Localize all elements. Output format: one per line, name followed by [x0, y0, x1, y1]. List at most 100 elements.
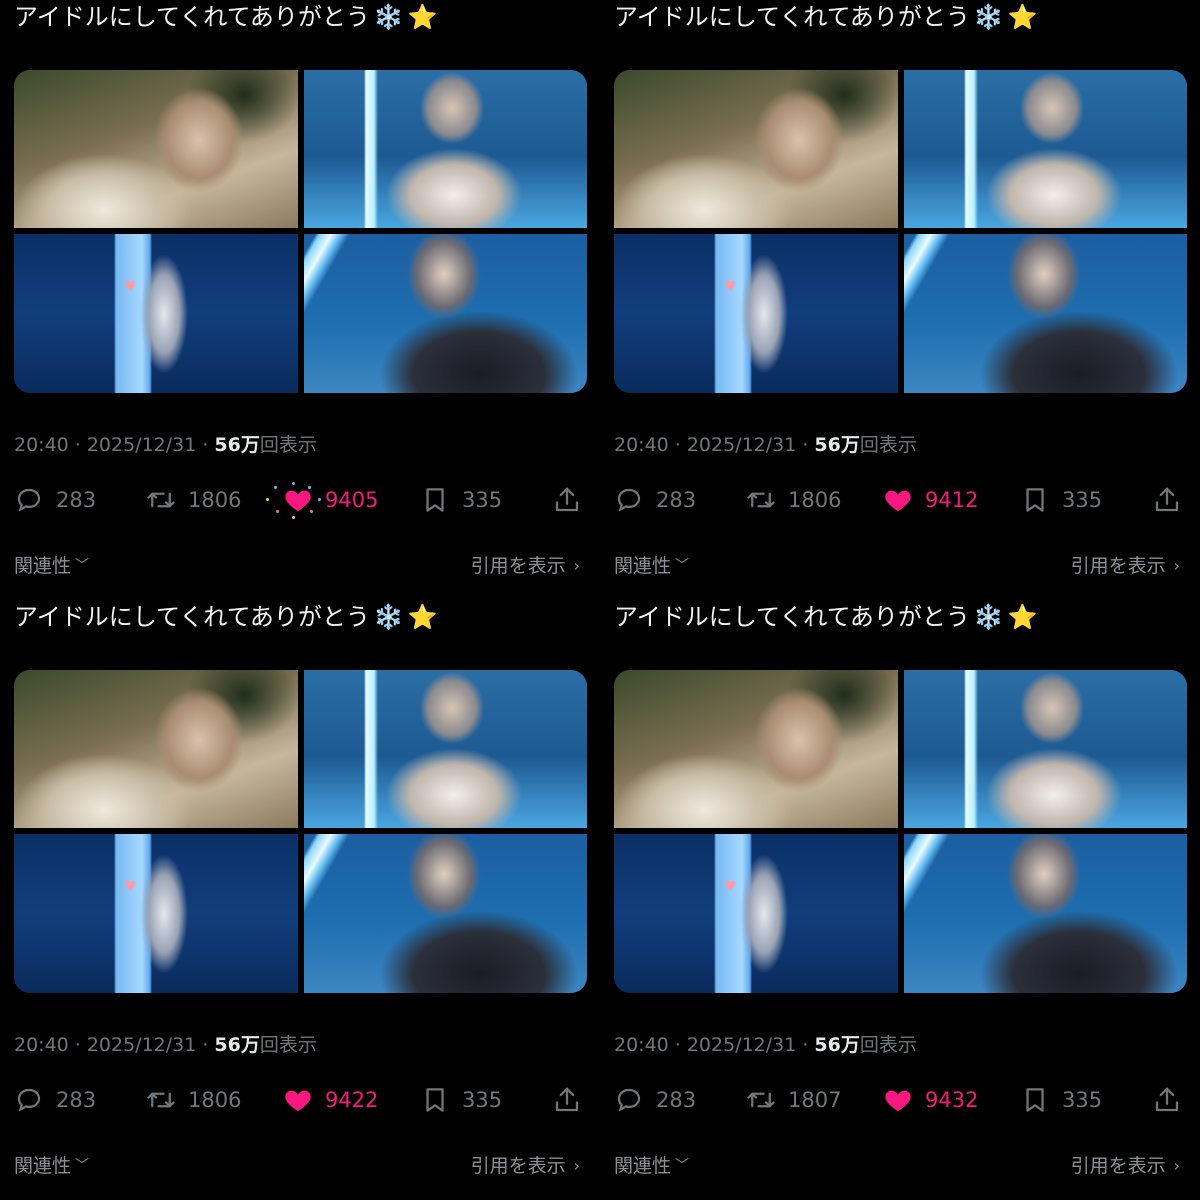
snowflake-emoji: ❄️	[973, 3, 1004, 31]
view-count: 56万	[214, 434, 260, 456]
reply-button[interactable]: 283	[614, 1080, 696, 1120]
like-button[interactable]: 9412	[883, 480, 978, 520]
photo-4[interactable]	[904, 834, 1187, 993]
bookmark-icon	[1026, 1088, 1044, 1112]
tweet-date[interactable]: 2025/12/31	[687, 1034, 797, 1056]
like-button[interactable]: 9405	[283, 480, 378, 520]
share-button[interactable]	[552, 1080, 582, 1120]
view-quotes-label: 引用を表示	[1070, 555, 1166, 577]
reply-button[interactable]: 283	[14, 480, 96, 520]
photo-4[interactable]	[304, 834, 587, 993]
sort-dropdown[interactable]: 関連性 ﹀	[614, 551, 689, 581]
photo-2[interactable]	[304, 670, 587, 828]
sort-dropdown[interactable]: 関連性 ﹀	[14, 551, 89, 581]
snowflake-emoji: ❄️	[973, 603, 1004, 631]
photo-4[interactable]	[904, 234, 1187, 393]
reply-count: 283	[656, 488, 697, 512]
meta-separator: ·	[674, 1034, 681, 1056]
tweet-meta: 20:40 · 2025/12/31 · 56万回表示	[614, 1031, 917, 1059]
photo-3[interactable]: ♥	[614, 834, 898, 993]
tweet-date[interactable]: 2025/12/31	[687, 434, 797, 456]
retweet-count: 1807	[788, 1088, 842, 1112]
media-grid[interactable]: ♥	[14, 70, 587, 393]
view-quotes-label: 引用を表示	[470, 1155, 566, 1177]
view-quotes-link[interactable]: 引用を表示 ›	[471, 1151, 580, 1181]
action-bar: 283 1806 9422 335	[0, 1080, 600, 1120]
photo-2[interactable]	[304, 70, 587, 228]
heart-icon	[885, 1090, 911, 1112]
reply-button[interactable]: 283	[14, 1080, 96, 1120]
retweet-button[interactable]: 1807	[746, 1080, 841, 1120]
star-emoji: ⭐	[1007, 3, 1038, 31]
reply-icon	[17, 1088, 41, 1112]
reply-icon	[617, 488, 641, 512]
replies-footer: 関連性 ﹀ 引用を表示 ›	[600, 551, 1200, 581]
photo-1[interactable]	[614, 70, 898, 228]
retweet-button[interactable]: 1806	[146, 480, 241, 520]
photo-3[interactable]: ♥	[14, 834, 298, 993]
sparkle-dot	[266, 498, 269, 501]
tweet-text-body: アイドルにしてくれてありがとう	[614, 603, 970, 631]
bookmark-button[interactable]: 335	[420, 1080, 502, 1120]
chevron-down-icon: ﹀	[75, 1158, 90, 1174]
sparkle-dot	[274, 486, 277, 489]
photo-1[interactable]	[14, 670, 298, 828]
like-count: 9422	[325, 1088, 379, 1112]
bookmark-button[interactable]: 335	[1020, 1080, 1102, 1120]
sort-dropdown[interactable]: 関連性 ﹀	[614, 1151, 689, 1181]
retweet-button[interactable]: 1806	[746, 480, 841, 520]
bookmark-button[interactable]: 335	[420, 480, 502, 520]
tweet-text: アイドルにしてくれてありがとう ❄️ ⭐	[614, 600, 1038, 634]
tweet-date[interactable]: 2025/12/31	[87, 1034, 197, 1056]
photo-1[interactable]	[14, 70, 298, 228]
photo-1[interactable]	[614, 670, 898, 828]
star-emoji: ⭐	[407, 3, 438, 31]
retweet-button[interactable]: 1806	[146, 1080, 241, 1120]
replies-footer: 関連性 ﹀ 引用を表示 ›	[0, 551, 600, 581]
like-button[interactable]: 9432	[883, 1080, 978, 1120]
view-quotes-link[interactable]: 引用を表示 ›	[471, 551, 580, 581]
share-button[interactable]	[1152, 480, 1182, 520]
sort-label: 関連性	[14, 555, 72, 577]
view-quotes-link[interactable]: 引用を表示 ›	[1071, 551, 1180, 581]
tweet-date[interactable]: 2025/12/31	[87, 434, 197, 456]
heart-icon	[285, 1090, 311, 1112]
view-count: 56万	[814, 434, 860, 456]
tweet-panel-1: アイドルにしてくれてありがとう ❄️ ⭐ ♥ 20:40 · 2025/12/31 · 56…	[0, 0, 600, 600]
bookmark-icon	[426, 1088, 444, 1112]
bookmark-button[interactable]: 335	[1020, 480, 1102, 520]
like-button[interactable]: 9422	[283, 1080, 378, 1120]
stage-heart-icon: ♥	[124, 279, 137, 295]
photo-2[interactable]	[904, 70, 1187, 228]
media-grid[interactable]: ♥	[614, 70, 1187, 393]
media-grid[interactable]: ♥	[614, 670, 1187, 993]
view-quotes-label: 引用を表示	[470, 555, 566, 577]
tweet-panel-3: アイドルにしてくれてありがとう ❄️ ⭐ ♥ 20:40 · 2025/12/31 · 56…	[0, 600, 600, 1200]
share-button[interactable]	[552, 480, 582, 520]
view-quotes-link[interactable]: 引用を表示 ›	[1071, 1151, 1180, 1181]
tweet-panel-4: アイドルにしてくれてありがとう ❄️ ⭐ ♥ 20:40 · 2025/12/31 · 56…	[600, 600, 1200, 1200]
sort-dropdown[interactable]: 関連性 ﹀	[14, 1151, 89, 1181]
bookmark-count: 335	[462, 488, 503, 512]
share-button[interactable]	[1152, 1080, 1182, 1120]
meta-separator: ·	[202, 1034, 209, 1056]
meta-separator: ·	[202, 434, 209, 456]
share-icon	[555, 487, 579, 512]
photo-2[interactable]	[904, 670, 1187, 828]
tweet-text: アイドルにしてくれてありがとう ❄️ ⭐	[14, 600, 438, 634]
photo-3[interactable]: ♥	[614, 234, 898, 393]
heart-icon	[885, 490, 911, 512]
reply-button[interactable]: 283	[614, 480, 696, 520]
reply-icon	[17, 488, 41, 512]
view-count: 56万	[814, 1034, 860, 1056]
bookmark-icon	[426, 488, 444, 512]
retweet-icon	[147, 492, 175, 508]
sort-label: 関連性	[14, 1155, 72, 1177]
media-grid[interactable]: ♥	[14, 670, 587, 993]
snowflake-emoji: ❄️	[373, 603, 404, 631]
photo-4[interactable]	[304, 234, 587, 393]
snowflake-emoji: ❄️	[373, 3, 404, 31]
view-count-label: 回表示	[859, 1034, 917, 1056]
photo-3[interactable]: ♥	[14, 234, 298, 393]
sparkle-dot	[276, 510, 279, 513]
